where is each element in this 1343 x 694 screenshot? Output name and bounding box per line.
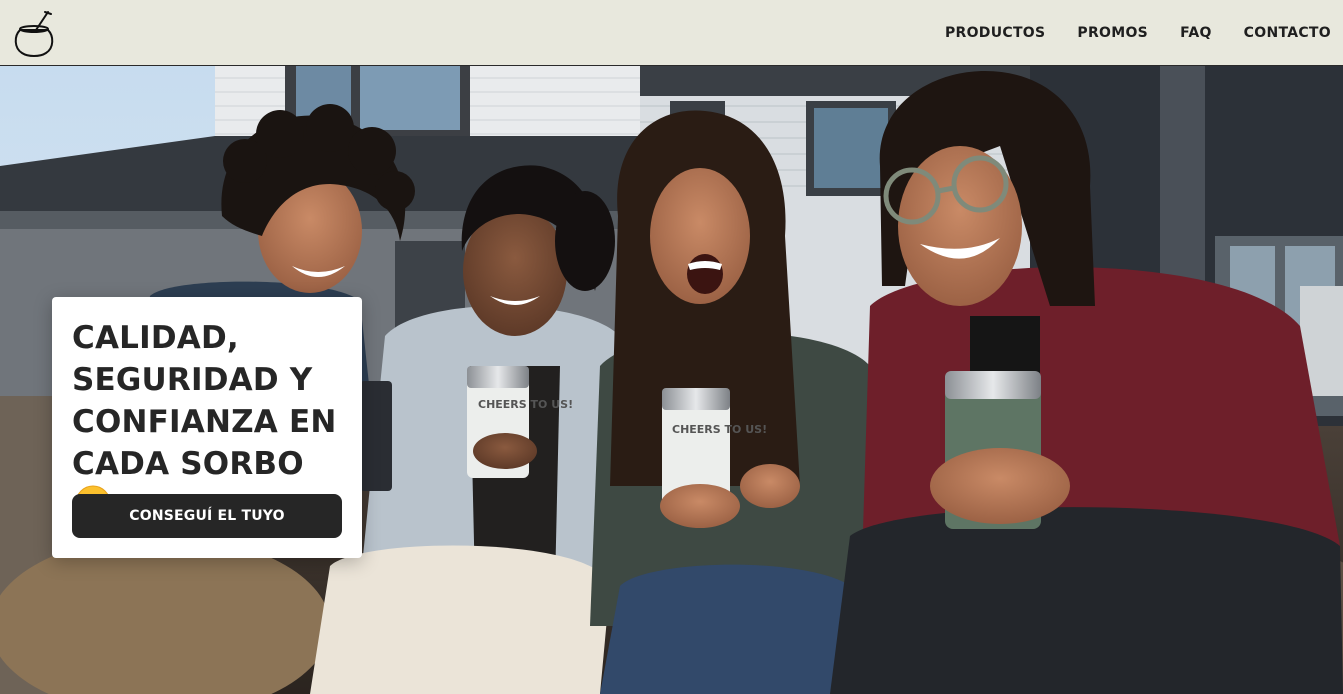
- hero-title-line-4: CADA SORBO: [72, 446, 304, 482]
- hero-title-line-1: CALIDAD,: [72, 320, 239, 356]
- nav-productos[interactable]: PRODUCTOS: [945, 25, 1045, 41]
- cup-print-left: CHEERS TO US!: [478, 398, 573, 411]
- hero-card: CALIDAD, SEGURIDAD Y CONFIANZA EN CADA S…: [52, 297, 362, 558]
- get-yours-button[interactable]: CONSEGUÍ EL TUYO: [72, 494, 342, 538]
- hero-section: CHEERS TO US! CHEERS TO US! CALIDAD, SEG…: [0, 66, 1343, 694]
- hero-title-line-3: CONFIANZA EN: [72, 404, 337, 440]
- nav-faq[interactable]: FAQ: [1180, 25, 1212, 41]
- site-header: PRODUCTOS PROMOS FAQ CONTACTO: [0, 0, 1343, 66]
- main-nav: PRODUCTOS PROMOS FAQ CONTACTO: [945, 0, 1331, 66]
- nav-contacto[interactable]: CONTACTO: [1244, 25, 1331, 41]
- mate-gourd-logo-icon[interactable]: [12, 8, 56, 58]
- hero-title-line-2: SEGURIDAD Y: [72, 362, 313, 398]
- nav-promos[interactable]: PROMOS: [1077, 25, 1148, 41]
- cup-print-center: CHEERS TO US!: [672, 423, 767, 436]
